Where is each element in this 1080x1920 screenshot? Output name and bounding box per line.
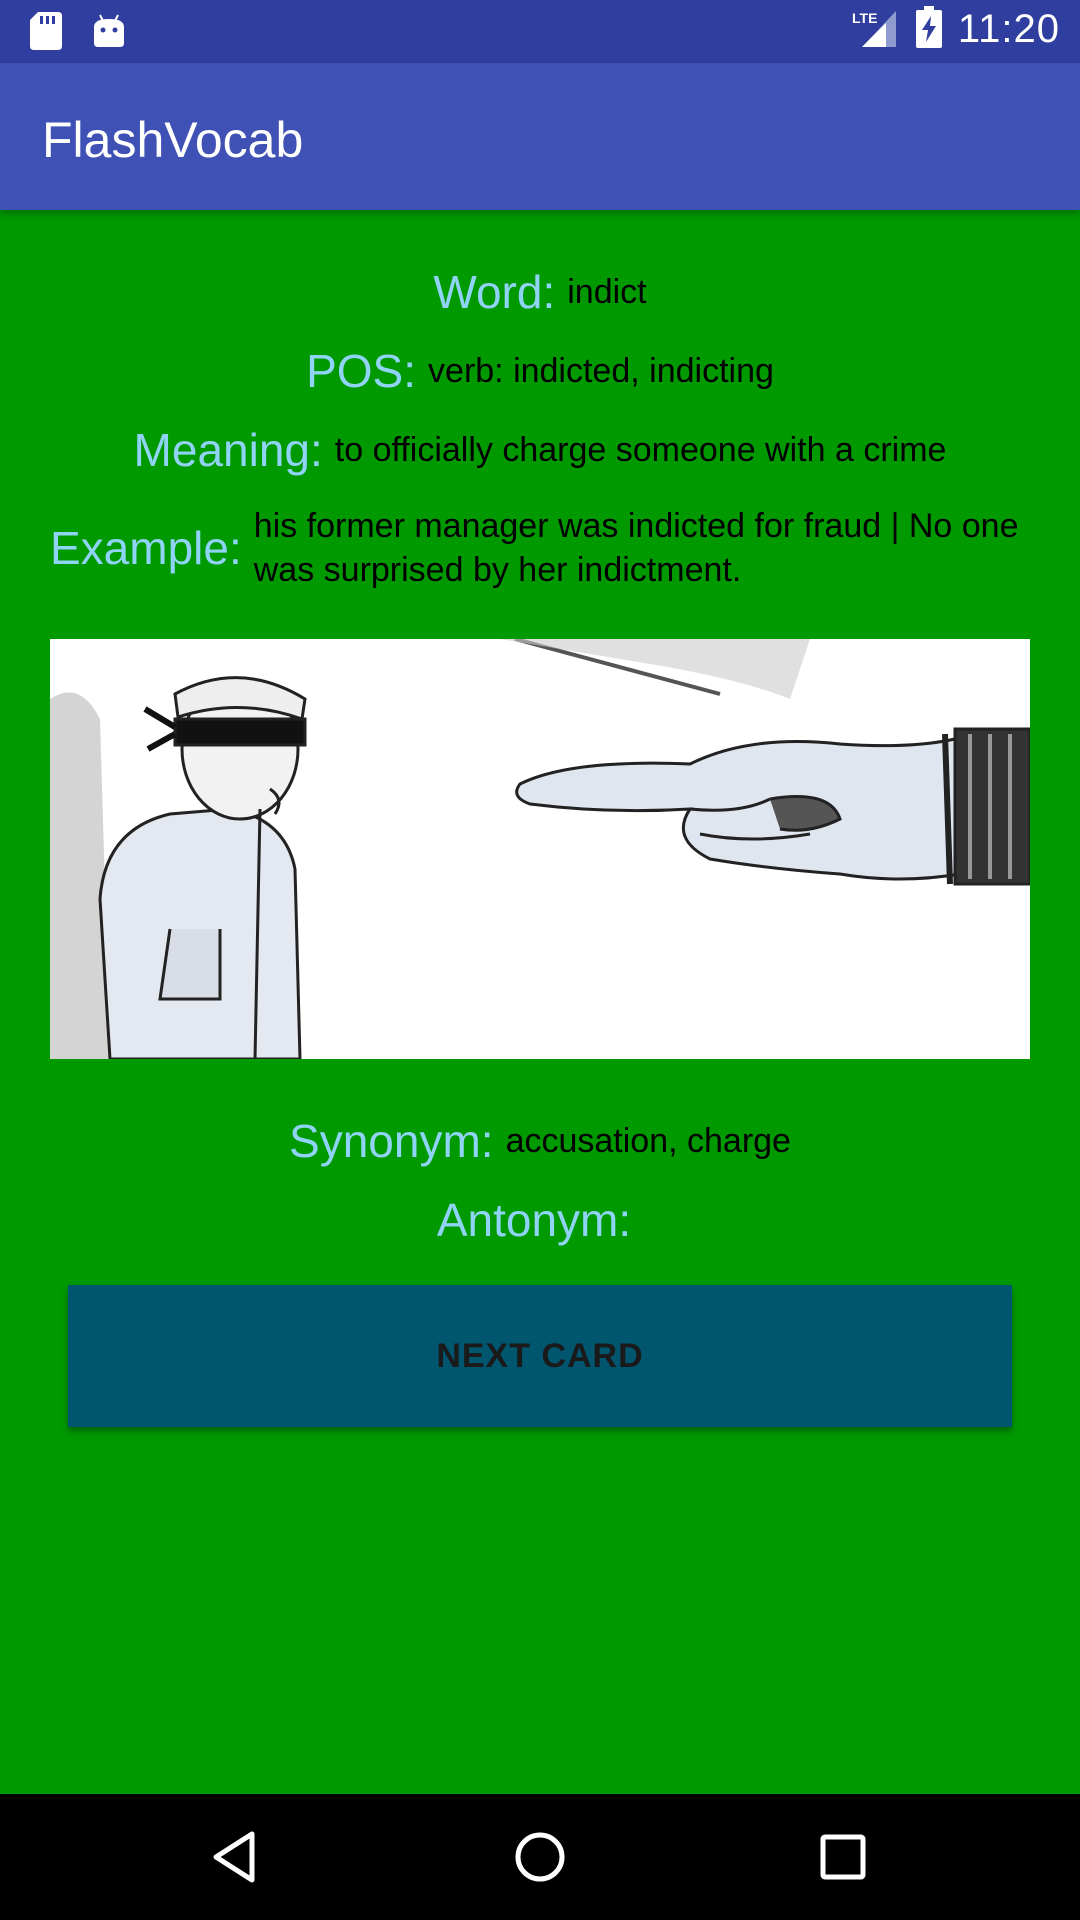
status-bar: LTE 11:20 <box>0 0 1080 63</box>
meaning-row: Meaning: to officially charge someone wi… <box>0 423 1080 477</box>
recents-icon[interactable] <box>810 1824 876 1890</box>
example-row: Example: his former manager was indicted… <box>50 504 1030 592</box>
back-icon[interactable] <box>204 1824 270 1890</box>
battery-charging-icon <box>915 6 942 53</box>
pos-label: POS: <box>306 345 417 397</box>
lte-signal-icon: LTE <box>850 7 900 52</box>
pos-row: POS: verb: indicted, indicting <box>0 344 1080 398</box>
next-card-button[interactable]: NEXT CARD <box>68 1285 1012 1427</box>
app-title: FlashVocab <box>42 112 304 168</box>
home-icon[interactable] <box>507 1824 573 1890</box>
synonym-row: Synonym: accusation, charge <box>0 1114 1080 1168</box>
pos-value: verb: indicted, indicting <box>428 351 774 390</box>
app-bar: FlashVocab <box>0 63 1080 210</box>
antonym-label: Antonym: <box>436 1194 632 1246</box>
synonym-label: Synonym: <box>289 1115 494 1167</box>
meaning-label: Meaning: <box>133 424 323 476</box>
navigation-bar <box>0 1794 1080 1920</box>
svg-text:LTE: LTE <box>852 10 877 26</box>
clock: 11:20 <box>957 7 1060 51</box>
sd-card-icon <box>30 12 62 55</box>
flashcard: Word: indict POS: verb: indicted, indict… <box>0 210 1080 1794</box>
word-label: Word: <box>433 266 556 318</box>
android-icon <box>92 13 126 54</box>
synonym-value: accusation, charge <box>505 1121 791 1160</box>
example-value: his former manager was indicted for frau… <box>253 507 1019 589</box>
example-label: Example: <box>50 522 242 574</box>
word-value: indict <box>567 272 647 311</box>
meaning-value: to officially charge someone with a crim… <box>334 430 947 469</box>
accusation-illustration <box>50 639 1030 1059</box>
antonym-row: Antonym: <box>0 1193 1080 1247</box>
word-row: Word: indict <box>0 265 1080 319</box>
